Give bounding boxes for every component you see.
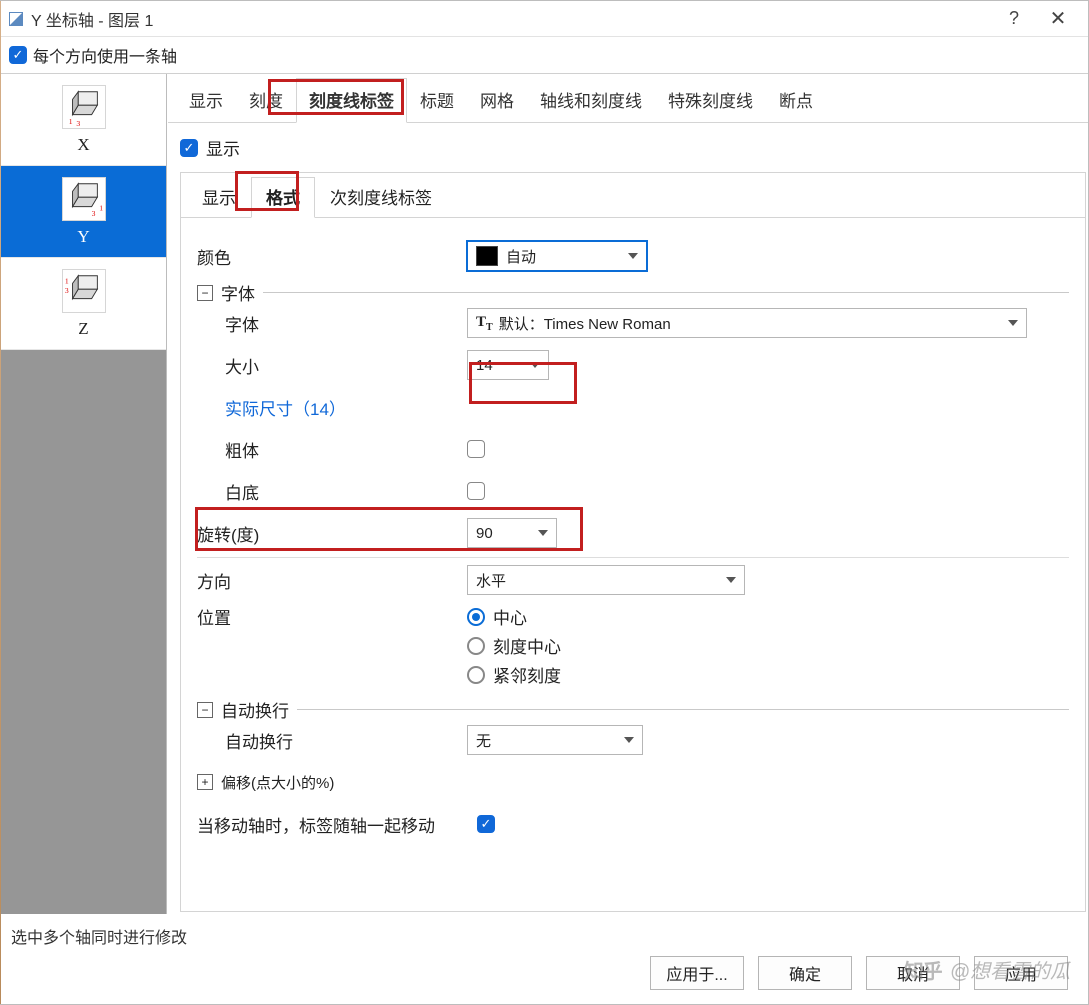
titlebar: Y 坐标轴 - 图层 1 ? ✕ bbox=[1, 1, 1088, 37]
cancel-button[interactable]: 取消 bbox=[866, 956, 960, 990]
use-one-axis-row: 每个方向使用一条轴 bbox=[1, 37, 1088, 73]
axis-thumb-x: 13 bbox=[62, 85, 106, 129]
chevron-down-icon bbox=[628, 253, 638, 259]
actual-size-link[interactable]: 实际尺寸（14） bbox=[197, 395, 346, 420]
outer-tabs: 显示 刻度 刻度线标签 标题 网格 轴线和刻度线 特殊刻度线 断点 bbox=[168, 74, 1088, 123]
position-opt-center[interactable]: 中心 bbox=[467, 604, 561, 629]
use-one-axis-checkbox[interactable] bbox=[9, 46, 27, 64]
apply-button[interactable]: 应用 bbox=[974, 956, 1068, 990]
svg-text:3: 3 bbox=[64, 285, 68, 294]
wrap-select[interactable]: 无 bbox=[467, 725, 643, 755]
show-checkbox[interactable] bbox=[180, 139, 198, 157]
chevron-down-icon bbox=[538, 530, 548, 536]
rotate-combo[interactable]: 90 bbox=[467, 518, 557, 548]
color-swatch bbox=[476, 246, 498, 266]
radio-icon bbox=[467, 608, 485, 626]
tab-title[interactable]: 标题 bbox=[407, 78, 467, 123]
whitebg-label: 白底 bbox=[197, 479, 467, 504]
inner-tab-format[interactable]: 格式 bbox=[251, 177, 315, 218]
svg-text:1: 1 bbox=[99, 203, 103, 212]
divider bbox=[297, 709, 1069, 710]
axis-thumb-y: 31 bbox=[62, 177, 106, 221]
axis-label: Y bbox=[77, 227, 89, 247]
axis-item-z[interactable]: 13 Z bbox=[1, 258, 166, 350]
expand-offset-group[interactable]: + bbox=[197, 774, 213, 790]
inner-tab-minor[interactable]: 次刻度线标签 bbox=[315, 177, 447, 218]
movewith-label: 当移动轴时，标签随轴一起移动 bbox=[197, 812, 477, 837]
color-select[interactable]: 自动 bbox=[467, 241, 647, 271]
chevron-down-icon bbox=[1008, 320, 1018, 326]
axis-item-y[interactable]: 31 Y bbox=[1, 166, 166, 258]
collapse-font-group[interactable]: − bbox=[197, 285, 213, 301]
rotate-value: 90 bbox=[476, 525, 493, 542]
bold-label: 粗体 bbox=[197, 437, 467, 462]
chevron-down-icon bbox=[726, 577, 736, 583]
tab-show[interactable]: 显示 bbox=[176, 78, 236, 123]
svg-text:3: 3 bbox=[76, 119, 80, 128]
footer-buttons: 应用于... 确定 取消 应用 bbox=[1, 952, 1088, 1004]
decorative-strip bbox=[0, 1, 1, 1004]
tab-breaks[interactable]: 断点 bbox=[766, 78, 826, 123]
radio-icon bbox=[467, 666, 485, 684]
svg-text:1: 1 bbox=[68, 117, 72, 126]
inner-panel: 显示 格式 次刻度线标签 颜色 自动 bbox=[180, 172, 1086, 912]
axis-item-x[interactable]: 13 X bbox=[1, 74, 166, 166]
tab-special-ticks[interactable]: 特殊刻度线 bbox=[655, 78, 766, 123]
tab-axis-ticks[interactable]: 轴线和刻度线 bbox=[527, 78, 655, 123]
font-group-label: 字体 bbox=[221, 280, 255, 305]
divider bbox=[263, 292, 1069, 293]
size-combo[interactable]: 14 bbox=[467, 350, 549, 380]
position-opt-tick-center[interactable]: 刻度中心 bbox=[467, 633, 561, 658]
axis-label: X bbox=[77, 135, 89, 155]
size-label: 大小 bbox=[197, 353, 467, 378]
format-form: 颜色 自动 − 字体 bbox=[181, 218, 1085, 903]
font-label: 字体 bbox=[197, 311, 467, 336]
font-value: 默认：Times New Roman bbox=[499, 313, 671, 334]
movewith-checkbox[interactable] bbox=[477, 815, 495, 833]
right-panel: 显示 刻度 刻度线标签 标题 网格 轴线和刻度线 特殊刻度线 断点 显示 显示 bbox=[167, 74, 1088, 914]
wrap-label: 自动换行 bbox=[197, 728, 467, 753]
whitebg-checkbox[interactable] bbox=[467, 482, 485, 500]
axis-label: Z bbox=[78, 319, 88, 339]
footer-hint: 选中多个轴同时进行修改 bbox=[1, 914, 1088, 952]
chevron-down-icon bbox=[530, 362, 540, 368]
tab-scale[interactable]: 刻度 bbox=[236, 78, 296, 123]
wrap-value: 无 bbox=[476, 730, 491, 751]
use-one-axis-label: 每个方向使用一条轴 bbox=[33, 43, 177, 67]
svg-text:3: 3 bbox=[91, 209, 95, 218]
color-label: 颜色 bbox=[197, 244, 467, 269]
direction-value: 水平 bbox=[476, 570, 506, 591]
wrap-group-label: 自动换行 bbox=[221, 697, 289, 722]
window-title: Y 坐标轴 - 图层 1 bbox=[31, 7, 992, 31]
radio-icon bbox=[467, 637, 485, 655]
tab-tick-labels[interactable]: 刻度线标签 bbox=[296, 78, 407, 123]
size-value: 14 bbox=[476, 357, 493, 374]
font-select[interactable]: TT 默认：Times New Roman bbox=[467, 308, 1027, 338]
axis-thumb-z: 13 bbox=[62, 269, 106, 313]
show-label: 显示 bbox=[206, 135, 240, 160]
direction-label: 方向 bbox=[197, 568, 467, 593]
rotate-label: 旋转(度) bbox=[197, 521, 467, 546]
tab-grid[interactable]: 网格 bbox=[467, 78, 527, 123]
inner-tabs: 显示 格式 次刻度线标签 bbox=[181, 173, 1085, 218]
dialog-window: Y 坐标轴 - 图层 1 ? ✕ 每个方向使用一条轴 13 X 31 bbox=[0, 0, 1089, 1005]
color-value: 自动 bbox=[506, 246, 536, 267]
offset-label: 偏移(点大小的%) bbox=[221, 772, 334, 793]
svg-text:1: 1 bbox=[64, 276, 68, 285]
chevron-down-icon bbox=[624, 737, 634, 743]
show-row: 显示 bbox=[168, 123, 1088, 172]
collapse-wrap-group[interactable]: − bbox=[197, 702, 213, 718]
app-icon bbox=[9, 12, 23, 26]
bold-checkbox[interactable] bbox=[467, 440, 485, 458]
direction-select[interactable]: 水平 bbox=[467, 565, 745, 595]
close-button[interactable]: ✕ bbox=[1036, 4, 1080, 34]
font-t-icon: TT bbox=[476, 314, 493, 333]
position-label: 位置 bbox=[197, 604, 467, 629]
apply-to-button[interactable]: 应用于... bbox=[650, 956, 744, 990]
position-opt-near-tick[interactable]: 紧邻刻度 bbox=[467, 662, 561, 687]
inner-tab-show[interactable]: 显示 bbox=[187, 177, 251, 218]
help-button[interactable]: ? bbox=[992, 4, 1036, 34]
axis-sidebar: 13 X 31 Y 13 Z bbox=[1, 74, 167, 914]
ok-button[interactable]: 确定 bbox=[758, 956, 852, 990]
